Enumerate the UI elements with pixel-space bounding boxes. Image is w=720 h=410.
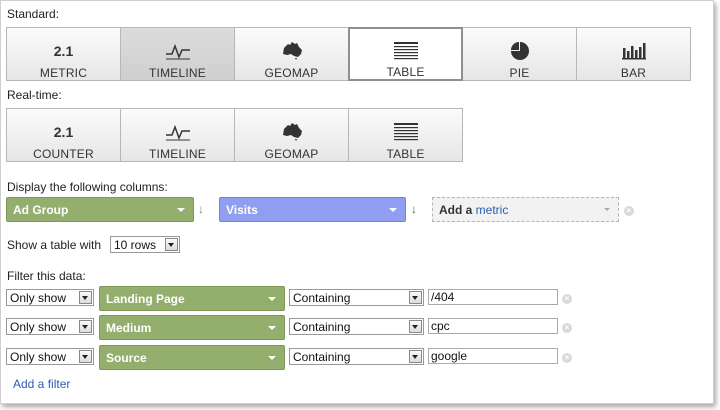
standard-table-label: TABLE — [386, 65, 425, 79]
filter-value-input[interactable]: /404 — [428, 289, 558, 305]
table-icon — [393, 123, 418, 141]
add-metric-link: metric — [475, 202, 509, 217]
filter-mode-value: Only show — [10, 349, 67, 364]
realtime-timeline-button[interactable]: TIMELINE — [120, 108, 235, 162]
standard-table-button[interactable]: TABLE — [348, 27, 463, 81]
filter-dimension-pill[interactable]: Source — [99, 345, 285, 370]
realtime-counter-button[interactable]: 2.1 COUNTER — [6, 108, 121, 162]
realtime-counter-label: COUNTER — [33, 147, 94, 161]
columns-label: Display the following columns: — [7, 180, 168, 194]
chevron-down-icon — [389, 208, 397, 212]
filter-mode-value: Only show — [10, 290, 67, 305]
remove-filter-icon[interactable]: × — [562, 323, 572, 333]
remove-filter-icon[interactable]: × — [562, 294, 572, 304]
standard-bar-label: BAR — [620, 66, 647, 80]
dimension-column-text: Ad Group — [13, 202, 69, 217]
rows-count-select[interactable]: 10 rows — [110, 236, 180, 253]
metric-number-icon: 2.1 — [53, 43, 74, 59]
realtime-table-label: TABLE — [386, 147, 425, 161]
realtime-label: Real-time: — [7, 88, 62, 102]
pie-chart-icon — [510, 42, 529, 60]
filter-value-text: /404 — [431, 290, 455, 304]
table-icon — [393, 42, 418, 60]
realtime-viz-row: 2.1 COUNTER TIMELINE GEOMAP TABLE — [6, 108, 463, 162]
filter-value-input[interactable]: cpc — [428, 318, 558, 334]
filter-dimension-text: Medium — [106, 320, 152, 335]
remove-icon[interactable]: × — [624, 206, 634, 216]
add-metric-prefix: Add a — [439, 202, 476, 217]
chevron-down-icon — [409, 350, 422, 363]
chevron-down-icon — [79, 350, 92, 363]
metric-column-text: Visits — [226, 202, 258, 217]
filter-match-value: Containing — [293, 319, 351, 334]
chevron-down-icon — [79, 291, 92, 304]
filter-value-text: google — [431, 349, 468, 363]
add-filter-link[interactable]: Add a filter — [13, 377, 70, 391]
realtime-timeline-label: TIMELINE — [149, 147, 206, 161]
filter-value-text: cpc — [431, 319, 450, 333]
rows-count-value: 10 rows — [114, 237, 157, 252]
australia-map-icon — [282, 42, 302, 60]
filter-dimension-pill[interactable]: Medium — [99, 315, 285, 340]
realtime-geomap-label: GEOMAP — [264, 147, 319, 161]
filter-dimension-text: Source — [106, 350, 147, 365]
standard-label: Standard: — [7, 7, 60, 21]
realtime-table-button[interactable]: TABLE — [348, 108, 463, 162]
standard-bar-button[interactable]: BAR — [576, 27, 691, 81]
filter-value-input[interactable]: google — [428, 348, 558, 364]
standard-metric-label: METRIC — [39, 66, 88, 80]
timeline-icon — [165, 43, 190, 60]
australia-map-icon — [282, 123, 302, 141]
standard-pie-button[interactable]: PIE — [462, 27, 577, 81]
bar-chart-icon — [621, 43, 646, 60]
add-metric-dropdown[interactable]: Add a metric — [432, 197, 619, 222]
standard-geomap-label: GEOMAP — [264, 66, 319, 80]
filter-dimension-text: Landing Page — [106, 291, 185, 306]
standard-metric-button[interactable]: 2.1 METRIC — [6, 27, 121, 81]
filter-match-select[interactable]: Containing — [289, 289, 424, 306]
remove-filter-icon[interactable]: × — [562, 353, 572, 363]
filter-match-select[interactable]: Containing — [289, 348, 424, 365]
chevron-down-icon — [165, 238, 178, 251]
chevron-down-icon — [604, 208, 610, 211]
filter-mode-select[interactable]: Only show — [6, 348, 94, 365]
chevron-down-icon — [79, 320, 92, 333]
standard-timeline-button[interactable]: TIMELINE — [120, 27, 235, 81]
filter-dimension-pill[interactable]: Landing Page — [99, 286, 285, 311]
dimension-column-pill[interactable]: Ad Group — [6, 197, 194, 222]
chevron-down-icon — [268, 297, 276, 301]
chevron-down-icon — [409, 291, 422, 304]
standard-timeline-label: TIMELINE — [149, 66, 206, 80]
filter-mode-value: Only show — [10, 319, 67, 334]
arrow-down-icon: ↓ — [198, 202, 204, 216]
filter-mode-select[interactable]: Only show — [6, 289, 94, 306]
chevron-down-icon — [268, 326, 276, 330]
show-rows-label: Show a table with — [7, 238, 102, 252]
chevron-down-icon — [409, 320, 422, 333]
chevron-down-icon — [268, 356, 276, 360]
filter-label: Filter this data: — [7, 269, 86, 283]
standard-pie-label: PIE — [509, 66, 530, 80]
arrow-down-icon: ↓ — [411, 202, 417, 216]
metric-column-pill[interactable]: Visits — [219, 197, 406, 222]
chevron-down-icon — [177, 208, 185, 212]
counter-number-icon: 2.1 — [53, 124, 74, 140]
timeline-icon — [165, 124, 190, 141]
realtime-geomap-button[interactable]: GEOMAP — [234, 108, 349, 162]
filter-match-value: Containing — [293, 349, 351, 364]
filter-match-value: Containing — [293, 290, 351, 305]
widget-settings-panel: Standard: 2.1 METRIC TIMELINE GEOMAP TAB… — [0, 0, 714, 404]
filter-match-select[interactable]: Containing — [289, 318, 424, 335]
standard-viz-row: 2.1 METRIC TIMELINE GEOMAP TABLE PIE BAR — [6, 27, 691, 81]
standard-geomap-button[interactable]: GEOMAP — [234, 27, 349, 81]
filter-mode-select[interactable]: Only show — [6, 318, 94, 335]
